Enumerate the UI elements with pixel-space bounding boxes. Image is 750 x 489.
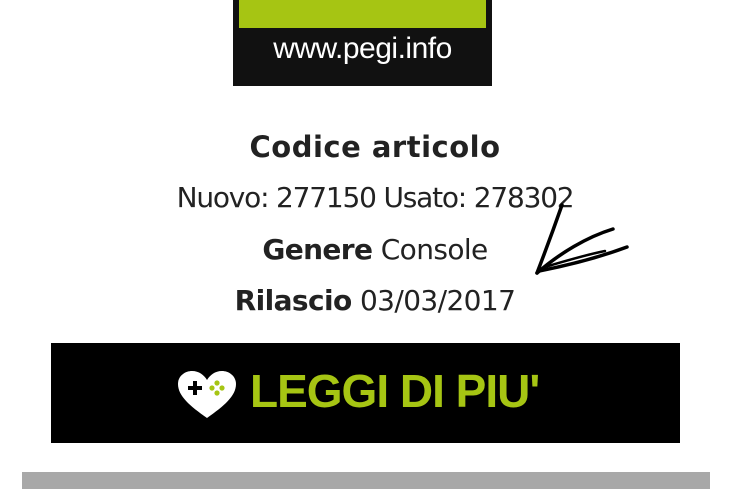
heart-gamepad-icon [178,371,236,418]
new-label: Nuovo: [176,181,270,214]
release-label: Rilascio [234,284,353,317]
new-code: 277150 [276,181,377,214]
pegi-logo-green-band [239,0,486,28]
genre-label: Genere [262,233,373,266]
handwritten-arrow-scribble [535,203,629,275]
page: www.pegi.info Codice articolo Nuovo: 277… [0,0,750,489]
article-codes: Nuovo: 277150 Usato: 278302 [0,181,750,214]
release-value: 03/03/2017 [359,284,516,317]
used-label: Usato: [383,181,467,214]
read-more-label[interactable]: LEGGI DI PIU' [250,364,540,418]
release-row: Rilascio 03/03/2017 [0,284,750,317]
genre-value: Console [380,233,489,266]
article-code-title: Codice articolo [249,130,501,164]
bottom-divider-bar [22,472,710,489]
pegi-logo: www.pegi.info [233,0,492,86]
genre-row: Genere Console [0,233,750,266]
pegi-url: www.pegi.info [273,32,452,65]
